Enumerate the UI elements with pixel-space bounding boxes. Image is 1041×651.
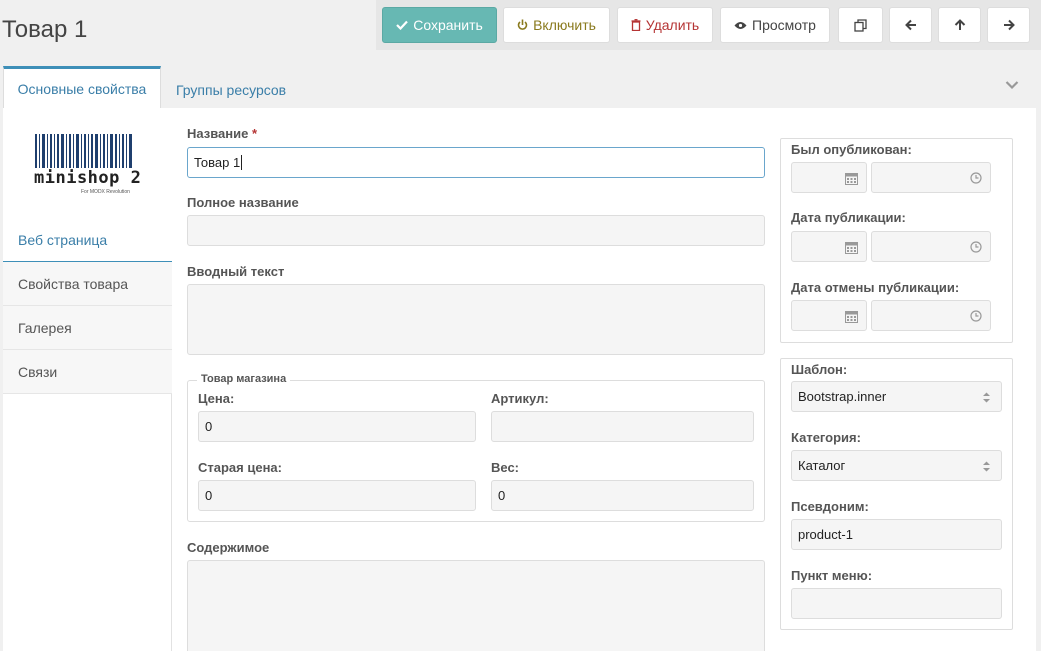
pub-time-input[interactable] — [871, 231, 991, 262]
page-title: Товар 1 — [2, 16, 88, 43]
eye-icon — [734, 21, 747, 29]
duplicate-icon — [854, 18, 867, 32]
calendar-icon — [845, 173, 858, 185]
arrow-right-icon — [1003, 19, 1015, 31]
preview-button[interactable]: Просмотр — [720, 7, 830, 43]
logo-subtitle: For MODX Revolution — [81, 189, 130, 195]
required-marker: * — [252, 126, 258, 141]
template-value: Bootstrap.inner — [798, 389, 887, 404]
delete-button-label: Удалить — [645, 17, 700, 33]
unpub-time-input[interactable] — [871, 300, 991, 331]
old-price-input[interactable]: 0 — [198, 480, 476, 511]
tab-resource-groups[interactable]: Группы ресурсов — [162, 66, 300, 109]
longtitle-input[interactable] — [187, 215, 765, 246]
published-date-input[interactable] — [791, 162, 867, 193]
sidebar-item-label: Свойства товара — [18, 275, 129, 292]
sidebar-list: Веб страница Свойства товара Галерея Свя… — [3, 218, 172, 394]
trash-icon — [631, 19, 641, 31]
alias-input[interactable]: product-1 — [791, 519, 1002, 550]
save-button[interactable]: Сохранить — [382, 7, 497, 43]
select-arrows-icon — [983, 461, 990, 472]
clock-icon — [970, 172, 982, 184]
prev-resource-button[interactable] — [889, 7, 932, 43]
sidebar-item-webpage[interactable]: Веб страница — [3, 218, 172, 262]
save-button-label: Сохранить — [413, 17, 483, 33]
old-price-label: Старая цена: — [198, 460, 282, 475]
power-icon — [517, 19, 528, 30]
sidebar-item-label: Галерея — [18, 319, 72, 336]
weight-label: Вес: — [491, 460, 520, 475]
introtext-textarea[interactable] — [187, 284, 765, 355]
content-textarea[interactable] — [187, 560, 765, 651]
article-label: Артикул: — [491, 391, 549, 406]
chevron-down-icon[interactable] — [1005, 80, 1019, 90]
sidebar-item-gallery[interactable]: Галерея — [3, 306, 172, 350]
enable-button[interactable]: Включить — [503, 7, 610, 43]
parent-resource-button[interactable] — [938, 7, 981, 43]
sidebar-item-links[interactable]: Связи — [3, 350, 172, 394]
next-resource-button[interactable] — [987, 7, 1030, 43]
calendar-icon — [845, 311, 858, 323]
content-label: Содержимое — [187, 540, 270, 555]
unpub-date-input[interactable] — [791, 300, 867, 331]
published-label: Был опубликован: — [791, 142, 912, 157]
tab-strip: Основные свойства Группы ресурсов — [0, 66, 1041, 109]
menutitle-input[interactable] — [791, 588, 1002, 619]
longtitle-label: Полное название — [187, 195, 299, 210]
tab-label: Основные свойства — [17, 81, 147, 97]
weight-input[interactable]: 0 — [491, 480, 754, 511]
shop-legend: Товар магазина — [197, 373, 291, 385]
template-select[interactable]: Bootstrap.inner — [791, 381, 1002, 412]
tab-label: Группы ресурсов — [176, 81, 287, 98]
delete-button[interactable]: Удалить — [617, 7, 713, 43]
text-cursor — [241, 155, 243, 170]
unpub-date-label: Дата отмены публикации: — [791, 280, 960, 295]
article-input[interactable] — [491, 411, 754, 442]
arrow-up-icon — [954, 19, 965, 30]
name-label: Название * — [187, 126, 258, 141]
pub-date-input[interactable] — [791, 231, 867, 262]
menutitle-label: Пункт меню: — [791, 568, 873, 583]
introtext-label: Вводный текст — [187, 264, 285, 279]
template-label: Шаблон: — [791, 362, 848, 377]
select-arrows-icon — [983, 392, 990, 403]
category-label: Категория: — [791, 430, 861, 445]
sidebar-item-product-properties[interactable]: Свойства товара — [3, 262, 172, 306]
alias-label: Псевдоним: — [791, 499, 869, 514]
sidebar-item-label: Веб страница — [18, 231, 108, 248]
logo-text: minishop 2 — [34, 168, 142, 188]
enable-button-label: Включить — [533, 17, 596, 33]
action-toolbar: Сохранить Включить Удалить Просмотр — [376, 0, 1041, 50]
minishop-logo: minishop 2 For MODX Revolution — [3, 108, 172, 218]
duplicate-button[interactable] — [838, 7, 883, 43]
check-icon — [396, 20, 409, 30]
calendar-icon — [845, 242, 858, 254]
barcode-graphic — [35, 134, 134, 168]
tab-main-properties[interactable]: Основные свойства — [3, 66, 161, 109]
sidebar-item-label: Связи — [18, 363, 58, 380]
resource-sidebar: minishop 2 For MODX Revolution Веб стран… — [3, 108, 172, 651]
category-select[interactable]: Каталог — [791, 450, 1002, 481]
preview-button-label: Просмотр — [752, 17, 816, 33]
clock-icon — [970, 310, 982, 322]
clock-icon — [970, 241, 982, 253]
price-input[interactable]: 0 — [198, 411, 476, 442]
published-time-input[interactable] — [871, 162, 991, 193]
price-label: Цена: — [198, 391, 235, 406]
arrow-left-icon — [904, 19, 916, 31]
pub-date-label: Дата публикации: — [791, 210, 906, 225]
category-value: Каталог — [798, 458, 846, 473]
name-input[interactable]: Товар 1 — [187, 147, 765, 178]
